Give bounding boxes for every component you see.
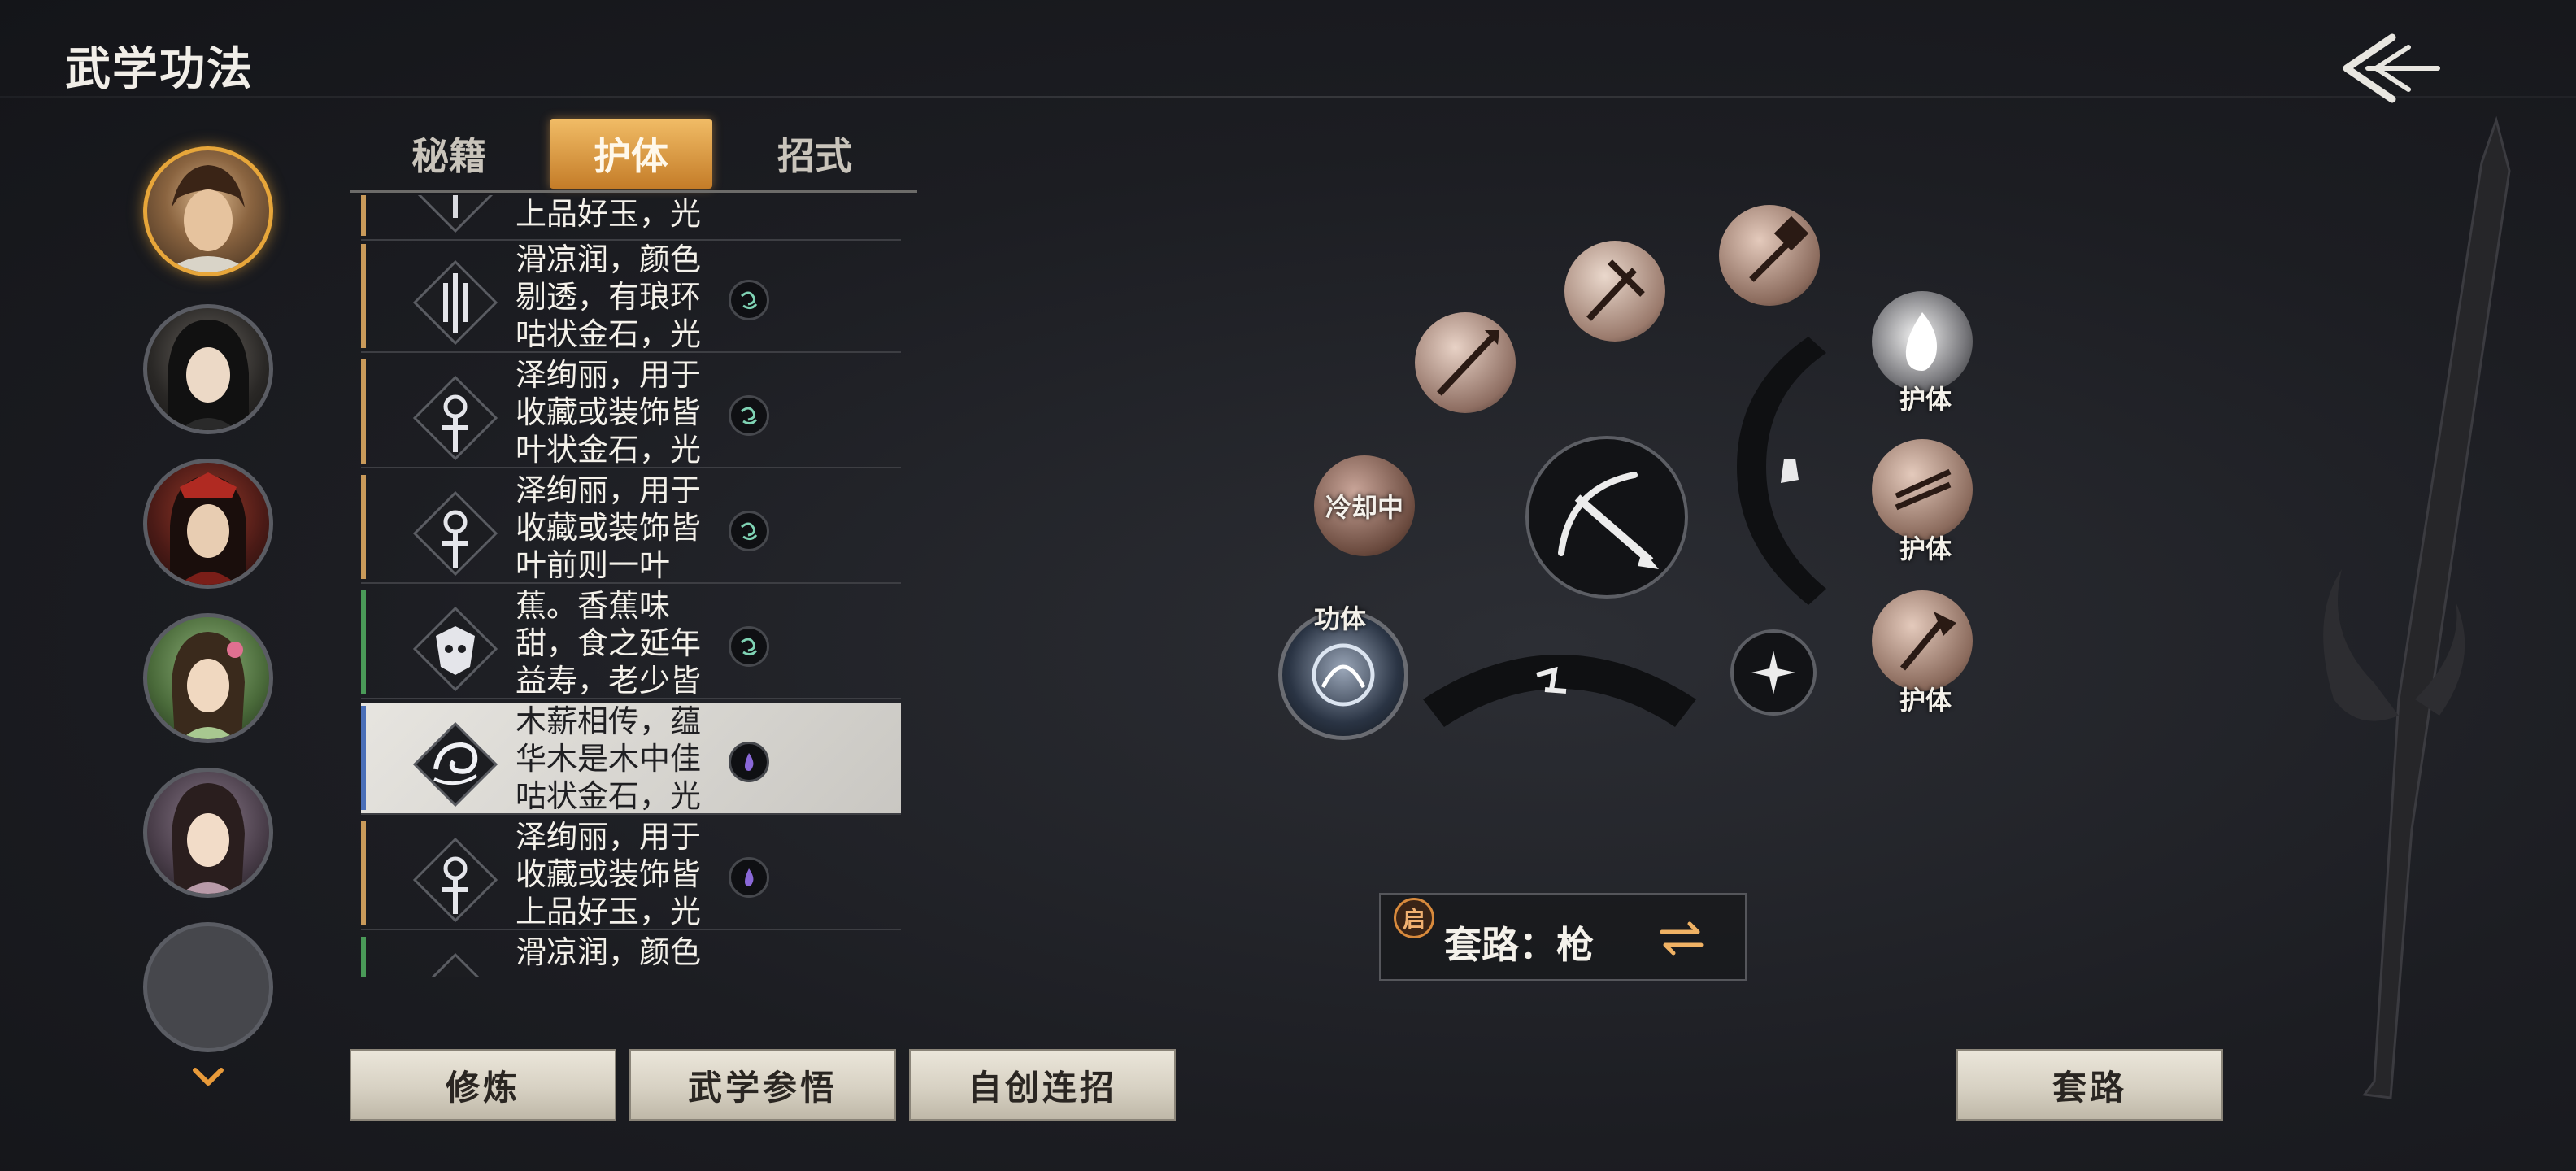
character-face-icon (170, 472, 246, 585)
list-item[interactable]: 蕉。香蕉味 甜，食之延年 益寿，老少皆 (361, 587, 901, 699)
hammer-icon (1749, 215, 1809, 282)
huti-label: 护体 (1899, 384, 1952, 415)
list-item[interactable]: 泽绚丽，用于 收藏或装饰皆 叶前则一叶 (361, 472, 901, 584)
skill-description: 上品好玉，光 (516, 196, 702, 232)
guard-segment[interactable] (1737, 337, 1826, 605)
list-item[interactable]: 泽绚丽，用于 收藏或装饰皆 上品好玉，光 (361, 818, 901, 930)
list-item[interactable]: 滑凉润，颜色 (361, 934, 901, 977)
rarity-bar (361, 475, 366, 579)
custom-combo-button[interactable]: 自创连招 (909, 1049, 1176, 1121)
compass-slot[interactable] (1730, 629, 1817, 716)
rarity-bar (361, 195, 366, 236)
compass-icon (1751, 651, 1795, 694)
skill-description: 滑凉润，颜色 剔透，有琅环 咕状金石，光 (516, 242, 702, 352)
character-portrait-3[interactable] (143, 459, 273, 589)
rarity-bar (361, 706, 366, 810)
rarity-bar (361, 244, 366, 348)
comprehend-button[interactable]: 武学参悟 (629, 1049, 896, 1121)
character-portrait-4[interactable] (143, 613, 273, 743)
character-face-icon (172, 783, 245, 894)
skill-description: 滑凉润，颜色 (516, 934, 702, 970)
rarity-bar (361, 359, 366, 464)
list-item[interactable]: 滑凉润，颜色 剔透，有琅环 咕状金石，光 (361, 241, 901, 353)
tab-underline (350, 190, 917, 193)
character-face-icon (168, 320, 249, 430)
staff-skill-icon (412, 375, 498, 461)
wind-element-icon (729, 395, 769, 436)
skill-description: 木薪相传，蕴 华木是木中佳 咕状金石，光 (516, 703, 702, 814)
skill-slot-cooldown[interactable]: 冷却中 (1314, 455, 1415, 556)
cooldown-label: 冷却中 (1325, 492, 1403, 523)
wind-element-icon (729, 626, 769, 667)
skill-icon (430, 952, 481, 977)
character-portrait-5[interactable] (143, 768, 273, 898)
main-skill-slot[interactable] (1525, 436, 1688, 599)
character-face-icon (172, 632, 245, 739)
tab-zhaoshi[interactable]: 招式 (733, 119, 896, 189)
swap-arrows-icon[interactable] (1657, 921, 1706, 956)
spear-icon (1437, 330, 1499, 396)
huti-slot-1[interactable] (1872, 291, 1973, 392)
blades-icon (1895, 468, 1952, 511)
swirl-skill-icon (412, 721, 498, 808)
boot-icon (1781, 459, 1799, 483)
fire-element-icon (729, 742, 769, 782)
wind-element-icon (729, 511, 769, 551)
slash-sword-icon (1558, 472, 1659, 569)
character-face-icon (163, 165, 253, 272)
skill-description: 泽绚丽，用于 收藏或装饰皆 叶前则一叶 (516, 472, 702, 583)
huti-label: 护体 (1899, 685, 1952, 716)
skill-slot-hammer[interactable] (1719, 205, 1820, 306)
list-item-selected[interactable]: 木薪相传，蕴 华木是木中佳 咕状金石，光 (361, 703, 901, 815)
tab-miji[interactable]: 秘籍 (368, 119, 530, 189)
rarity-bar (361, 937, 366, 977)
routine-selector[interactable]: 启 套路：枪 (1379, 893, 1747, 981)
header-divider (0, 96, 2576, 98)
wind-element-icon (729, 280, 769, 320)
skill-slot-fist[interactable] (1564, 241, 1665, 342)
routine-label: 套路：枪 (1444, 923, 1594, 967)
huti-label: 护体 (1899, 533, 1952, 564)
tab-huti[interactable]: 护体 (550, 119, 712, 189)
sword-skill-icon (412, 259, 498, 346)
axe-icon (1899, 612, 1956, 671)
character-portrait-1[interactable] (143, 146, 273, 276)
skill-description: 泽绚丽，用于 收藏或装饰皆 上品好玉，光 (516, 819, 702, 929)
skill-icon (417, 195, 494, 233)
huti-slot-3[interactable] (1872, 590, 1973, 691)
skill-description: 泽绚丽，用于 收藏或装饰皆 叶状金石，光 (516, 357, 702, 468)
skill-description: 蕉。香蕉味 甜，食之延年 益寿，老少皆 (516, 588, 702, 699)
chevron-down-icon[interactable] (190, 1064, 226, 1090)
rarity-bar (361, 590, 366, 694)
skill-slot-spear-1[interactable] (1415, 312, 1516, 413)
gongti-label: 功体 (1314, 603, 1367, 634)
rarity-bar (361, 821, 366, 925)
staff-skill-icon (412, 837, 498, 923)
staff-skill-icon (412, 490, 498, 577)
routine-enabled-badge: 启 (1394, 898, 1434, 938)
practice-button[interactable]: 修炼 (350, 1049, 616, 1121)
huti-slot-2[interactable] (1872, 439, 1973, 540)
strike-icon (1586, 259, 1645, 321)
flame-icon (1905, 312, 1937, 371)
spear-artwork (2323, 115, 2511, 1099)
skill-list[interactable]: 上品好玉，光 滑凉润，颜色 剔透，有琅环 咕状金石，光 泽绚丽，用于 收藏或装饰… (358, 195, 911, 977)
demon-mask-skill-icon (412, 606, 498, 692)
page-title: 武学功法 (65, 43, 254, 96)
character-portrait-2[interactable] (143, 304, 273, 434)
fire-element-icon (729, 857, 769, 898)
character-portrait-empty[interactable] (143, 922, 273, 1052)
list-item[interactable]: 泽绚丽，用于 收藏或装饰皆 叶状金石，光 (361, 356, 901, 468)
movement-segment[interactable] (1423, 626, 1696, 740)
routine-button[interactable]: 套路 (1956, 1049, 2223, 1121)
list-item[interactable]: 上品好玉，光 (361, 195, 901, 241)
